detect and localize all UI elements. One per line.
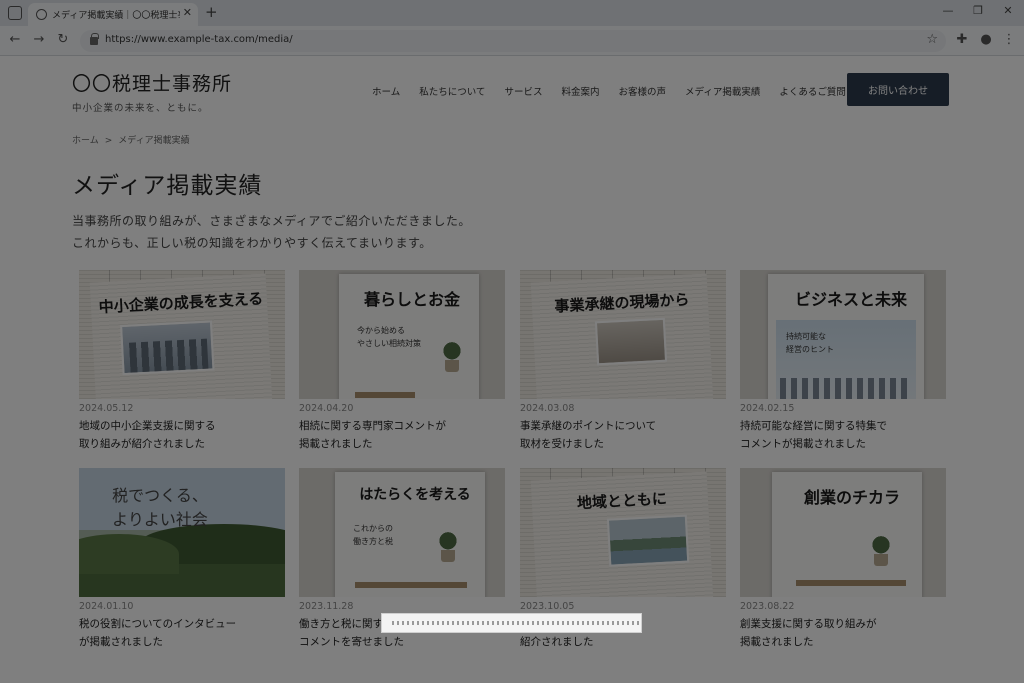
card-date: 2023.11.28: [299, 601, 354, 612]
plant-illustration: [435, 524, 461, 562]
window-menu-icon[interactable]: [8, 6, 22, 20]
web-page: 〇〇税理士事務所 中小企業の未来を、ともに。 ホーム 私たちについて サービス …: [0, 56, 1024, 683]
magazine-image: 暮らしとお金 今から始める やさしい相続対策: [299, 270, 505, 399]
media-card[interactable]: ビジネスと未来 持続可能な 経営のヒント 2024.02.15 持続可能な経営に関…: [740, 270, 946, 453]
media-thumbnail[interactable]: 事業承継の現場から: [520, 270, 726, 399]
tab-title: メディア掲載実績｜〇〇税理士事務所: [52, 11, 180, 21]
table-illustration: [355, 392, 415, 398]
profile-icon[interactable]: ●: [977, 32, 995, 47]
card-date: 2024.04.20: [299, 403, 354, 414]
media-thumbnail[interactable]: 創業のチカラ: [740, 468, 946, 597]
card-date: 2023.10.05: [520, 601, 575, 612]
back-icon[interactable]: ←: [6, 32, 24, 47]
browser-toolbar: ← → ↻ https://www.example-tax.com/media/…: [0, 26, 1024, 56]
card-title[interactable]: 相続に関する専門家コメントが 掲載されました: [299, 417, 505, 453]
url-text[interactable]: https://www.example-tax.com/media/: [105, 34, 293, 45]
media-thumbnail[interactable]: 税でつくる、 よりよい社会: [79, 468, 285, 597]
address-bar[interactable]: https://www.example-tax.com/media/ ☆: [80, 30, 946, 52]
extensions-icon[interactable]: ✚: [953, 32, 971, 47]
card-title[interactable]: 税の役割についてのインタビュー が掲載されました: [79, 615, 285, 651]
media-card[interactable]: 創業のチカラ 2023.08.22 創業支援に関する取り組みが 掲載されました: [740, 468, 946, 651]
card-title[interactable]: 地域の中小企業支援に関する 取り組みが紹介されました: [79, 417, 285, 453]
page-lead: 当事務所の取り組みが、さまざまなメディアでご紹介いただきました。 これからも、正…: [72, 210, 471, 254]
tab-strip: メディア掲載実績｜〇〇税理士事務所 ✕ + — ❐ ✕: [0, 0, 1024, 26]
card-date: 2024.01.10: [79, 601, 134, 612]
breadcrumb-separator: >: [104, 136, 113, 146]
media-thumbnail[interactable]: ビジネスと未来 持続可能な 経営のヒント: [740, 270, 946, 399]
thumbnail-headline: 税でつくる、 よりよい社会: [112, 486, 208, 529]
thumbnail-headline: 創業のチカラ: [803, 488, 900, 507]
nav-item-about[interactable]: 私たちについて: [419, 84, 485, 98]
thumbnail-subtitle: 今から始める やさしい相続対策: [357, 326, 421, 348]
newspaper-image: 中小企業の成長を支える: [79, 270, 285, 399]
thumbnail-headline: 暮らしとお金: [363, 290, 460, 309]
thumbnail-headline: はたらくを考える: [359, 487, 471, 503]
forward-icon[interactable]: →: [30, 32, 48, 47]
maximize-icon[interactable]: ❐: [968, 4, 988, 17]
media-thumbnail[interactable]: 中小企業の成長を支える: [79, 270, 285, 399]
plant-illustration: [439, 334, 465, 372]
reload-icon[interactable]: ↻: [54, 32, 72, 47]
global-nav: ホーム 私たちについて サービス 料金案内 お客様の声 メディア掲載実績 よくあ…: [372, 84, 846, 98]
breadcrumb-home[interactable]: ホーム: [72, 136, 99, 146]
magazine-image: 創業のチカラ: [740, 468, 946, 597]
page-title: メディア掲載実績: [72, 173, 263, 199]
magazine-image: ビジネスと未来 持続可能な 経営のヒント: [740, 270, 946, 399]
plant-illustration: [868, 528, 894, 566]
favicon-icon: [36, 9, 47, 20]
new-tab-icon[interactable]: +: [205, 3, 218, 21]
bookmark-star-icon[interactable]: ☆: [926, 32, 938, 47]
card-title[interactable]: 事業承継のポイントについて 取材を受けました: [520, 417, 726, 453]
lead-line: 当事務所の取り組みが、さまざまなメディアでご紹介いただきました。: [72, 214, 471, 228]
media-thumbnail[interactable]: 地域とともに: [520, 468, 726, 597]
card-title[interactable]: 持続可能な経営に関する特集で コメントが掲載されました: [740, 417, 946, 453]
menu-icon[interactable]: ⋮: [1000, 32, 1018, 47]
nav-item-voices[interactable]: お客様の声: [618, 84, 666, 98]
card-date: 2024.02.15: [740, 403, 795, 414]
card-date: 2023.08.22: [740, 601, 795, 612]
city-photo: [120, 320, 215, 376]
newspaper-image: 事業承継の現場から: [520, 270, 726, 399]
table-illustration: [796, 580, 906, 586]
breadcrumb-current: メディア掲載実績: [118, 136, 190, 146]
media-thumbnail[interactable]: はたらくを考える これからの 働き方と税: [299, 468, 505, 597]
lock-icon: [90, 33, 99, 45]
nav-item-services[interactable]: サービス: [504, 84, 542, 98]
thumbnail-headline: 地域とともに: [576, 489, 668, 513]
nav-item-pricing[interactable]: 料金案内: [561, 84, 599, 98]
media-thumbnail[interactable]: 暮らしとお金 今から始める やさしい相続対策: [299, 270, 505, 399]
site-tagline: 中小企業の未来を、ともに。: [72, 103, 209, 114]
browser-tab[interactable]: メディア掲載実績｜〇〇税理士事務所 ✕: [28, 3, 198, 26]
breadcrumb: ホーム > メディア掲載実績: [72, 133, 190, 146]
close-tab-icon[interactable]: ✕: [183, 6, 192, 19]
newspaper-image: 地域とともに: [520, 468, 726, 597]
nav-item-faq[interactable]: よくあるご質問: [779, 84, 846, 98]
desk-photo: [594, 317, 668, 366]
card-title[interactable]: 創業支援に関する取り組みが 掲載されました: [740, 615, 946, 651]
thumbnail-headline: 中小企業の成長を支える: [98, 289, 264, 317]
nav-item-home[interactable]: ホーム: [372, 84, 400, 98]
thumbnail-headline: ビジネスと未来: [794, 290, 907, 309]
desk-illustration: [355, 582, 467, 588]
thumbnail-headline: 事業承継の現場から: [554, 290, 690, 316]
media-card[interactable]: 暮らしとお金 今から始める やさしい相続対策 2024.04.20 相続に関する専…: [299, 270, 505, 453]
site-logo[interactable]: 〇〇税理士事務所 中小企業の未来を、ともに。: [72, 69, 232, 114]
magazine-image: はたらくを考える これからの 働き方と税: [299, 468, 505, 597]
river-photo: [606, 514, 690, 567]
media-card[interactable]: 中小企業の成長を支える 2024.05.12 地域の中小企業支援に関する 取り組み…: [79, 270, 285, 453]
card-date: 2024.05.12: [79, 403, 134, 414]
close-window-icon[interactable]: ✕: [998, 4, 1018, 17]
lead-line: これからも、正しい税の知識をわかりやすく伝えてまいります。: [72, 236, 432, 250]
contact-button[interactable]: お問い合わせ: [847, 73, 949, 106]
thumbnail-subtitle: これからの 働き方と税: [353, 524, 393, 546]
media-card[interactable]: 税でつくる、 よりよい社会 2024.01.10 税の役割についてのインタビューが…: [79, 468, 285, 651]
thumbnail-subtitle: 持続可能な 経営のヒント: [786, 332, 834, 354]
minimize-icon[interactable]: —: [938, 4, 958, 17]
nav-item-media[interactable]: メディア掲載実績: [685, 84, 760, 98]
site-name[interactable]: 〇〇税理士事務所: [72, 69, 232, 96]
media-card[interactable]: 事業承継の現場から 2024.03.08 事業承継のポイントについて 取材を受けま…: [520, 270, 726, 453]
card-date: 2024.03.08: [520, 403, 575, 414]
lightbox-image[interactable]: [381, 613, 642, 633]
landscape-image: 税でつくる、 よりよい社会: [79, 468, 285, 597]
